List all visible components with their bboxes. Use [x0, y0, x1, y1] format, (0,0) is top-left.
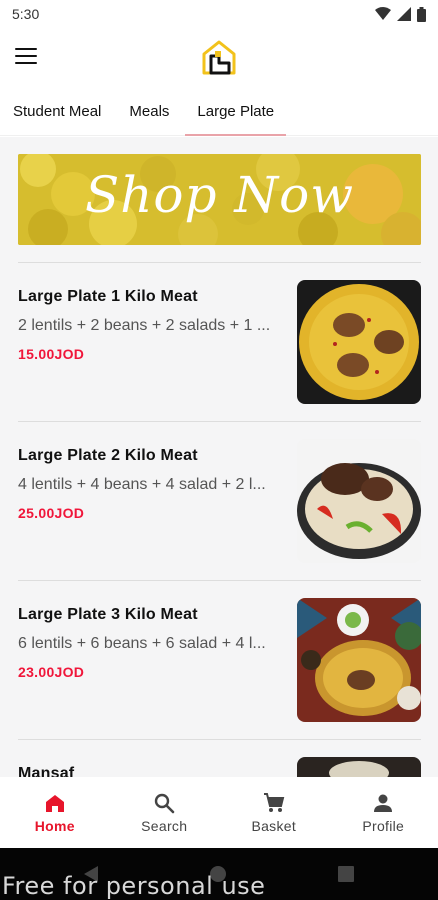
product-card[interactable]: Mansaf — [0, 751, 438, 777]
logo-icon — [202, 40, 236, 75]
divider — [18, 262, 421, 263]
product-price: 25.00JOD — [18, 505, 85, 521]
product-image — [297, 598, 421, 722]
product-image — [297, 280, 421, 404]
product-card[interactable]: Large Plate 1 Kilo Meat 2 lentils + 2 be… — [0, 274, 438, 404]
person-icon — [374, 794, 393, 812]
product-title: Large Plate 2 Kilo Meat — [18, 447, 198, 464]
menu-button[interactable] — [14, 46, 38, 66]
banner-text: Shop Now — [84, 166, 355, 224]
bottom-navigation: Home Search Basket Profile — [0, 778, 438, 848]
app-bar — [0, 28, 438, 86]
status-bar: 5:30 — [0, 0, 438, 28]
product-list[interactable]: Shop Now Large Plate 1 Kilo Meat 2 lenti… — [0, 137, 438, 777]
battery-icon — [417, 6, 426, 22]
menu-icon-line — [15, 48, 37, 51]
nav-basket[interactable]: Basket — [219, 778, 329, 848]
tab-meals[interactable]: Meals — [113, 88, 185, 136]
nav-label: Profile — [362, 818, 405, 834]
nav-label: Search — [141, 818, 188, 834]
home-icon — [45, 795, 64, 812]
nav-search[interactable]: Search — [110, 778, 220, 848]
tab-label: Student Meal — [13, 103, 102, 120]
wifi-icon — [375, 7, 391, 20]
tab-label: Meals — [129, 103, 170, 120]
status-icons — [375, 6, 426, 22]
divider — [18, 580, 421, 581]
product-description: 6 lentils + 6 beans + 6 salad + 4 l... — [18, 635, 266, 652]
product-price: 15.00JOD — [18, 346, 85, 362]
recents-icon[interactable] — [338, 866, 354, 882]
product-price: 23.00JOD — [18, 664, 85, 680]
product-title: Mansaf — [18, 765, 75, 777]
divider — [18, 739, 421, 740]
shop-now-banner[interactable]: Shop Now — [18, 154, 421, 245]
divider — [18, 421, 421, 422]
menu-icon-line — [15, 61, 37, 64]
product-card[interactable]: Large Plate 3 Kilo Meat 6 lentils + 6 be… — [0, 592, 438, 722]
product-description: 4 lentils + 4 beans + 4 salad + 2 l... — [18, 476, 266, 493]
product-image — [297, 757, 421, 777]
cart-icon — [263, 793, 285, 812]
category-tabs: Student Meal Meals Large Plate — [0, 88, 438, 136]
signal-icon — [397, 7, 411, 21]
product-description: 2 lentils + 2 beans + 2 salads + 1 ... — [18, 317, 271, 334]
search-icon — [155, 793, 175, 814]
menu-icon-line — [15, 54, 37, 58]
watermark: Free for personal use — [2, 872, 266, 900]
product-image — [297, 439, 421, 563]
nav-home[interactable]: Home — [0, 778, 110, 848]
status-time: 5:30 — [12, 6, 40, 22]
nav-profile[interactable]: Profile — [329, 778, 438, 848]
nav-label: Home — [34, 818, 75, 834]
tab-label: Large Plate — [197, 103, 275, 120]
product-card[interactable]: Large Plate 2 Kilo Meat 4 lentils + 4 be… — [0, 433, 438, 563]
product-title: Large Plate 3 Kilo Meat — [18, 606, 198, 623]
tab-large-plate[interactable]: Large Plate — [185, 88, 286, 136]
product-title: Large Plate 1 Kilo Meat — [18, 288, 198, 305]
nav-label: Basket — [251, 818, 297, 834]
tab-student-meal[interactable]: Student Meal — [0, 88, 113, 136]
